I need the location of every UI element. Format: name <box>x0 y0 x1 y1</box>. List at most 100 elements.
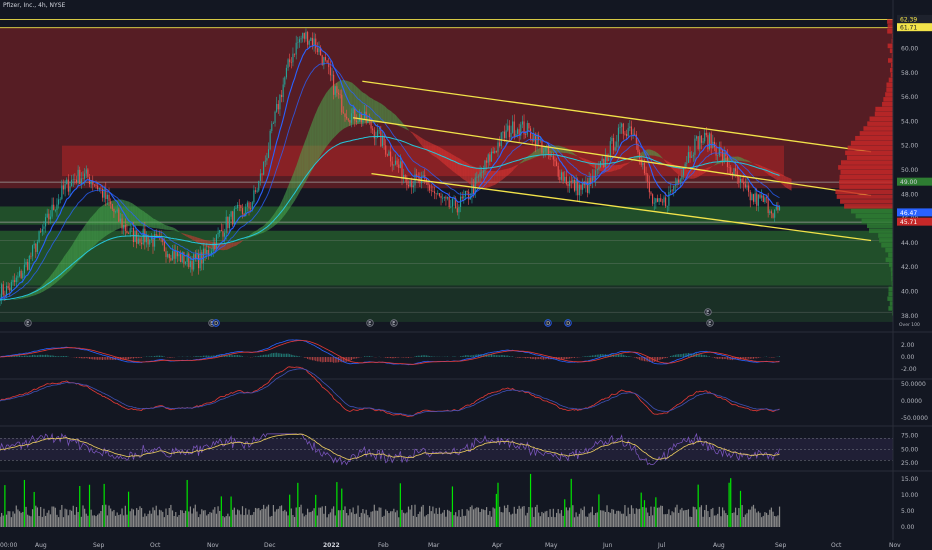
chart-canvas[interactable]: E E D E E D DEE60.0058.0056.0054.0052.0050.004… <box>0 0 932 550</box>
candle-body <box>290 62 292 63</box>
cloud-segment <box>308 128 310 178</box>
macd-bar <box>464 355 466 357</box>
volume-bar <box>237 509 239 527</box>
macd-bar <box>193 356 195 357</box>
volume-bar <box>27 514 29 527</box>
volume-bar <box>743 517 745 527</box>
volume-bar <box>362 508 364 527</box>
candle-body <box>111 204 113 209</box>
profile-bar <box>878 233 893 238</box>
candle-body <box>254 190 257 192</box>
volume-bar <box>212 509 214 527</box>
time-tick-label: Nov <box>207 542 219 549</box>
macd-bar <box>129 357 131 359</box>
candle-body <box>674 184 676 186</box>
candle-body <box>567 184 569 187</box>
cloud-segment <box>93 213 95 247</box>
macd-bar <box>715 357 717 359</box>
candle-body <box>295 42 297 55</box>
cloud-segment <box>496 170 499 184</box>
volume-bar <box>194 504 196 527</box>
profile-bar <box>887 24 893 29</box>
volume-bar <box>233 507 235 527</box>
candle-body <box>5 285 8 296</box>
price-tick-label: 58.00 <box>901 70 918 77</box>
candle-body <box>237 204 239 209</box>
volume-bar <box>726 515 729 527</box>
volume-bar <box>17 509 19 527</box>
volume-bar <box>87 515 89 527</box>
volume-bar <box>186 479 188 527</box>
candle-body <box>235 208 237 209</box>
volume-bar <box>541 511 543 527</box>
volume-bar <box>298 507 301 527</box>
macd-bar <box>709 356 711 357</box>
candle-body <box>443 196 445 199</box>
macd-tick-label: -2.00 <box>901 366 917 373</box>
candle-body <box>139 238 141 243</box>
volume-bar <box>368 517 371 527</box>
candle-body <box>616 141 618 148</box>
volume-bar <box>739 490 742 527</box>
volume-bar <box>516 508 519 527</box>
candle-body <box>67 179 69 192</box>
candle-body <box>27 261 29 270</box>
volume-bar <box>90 509 92 527</box>
volume-bar <box>266 506 268 527</box>
macd-bar <box>468 355 470 357</box>
volume-bar <box>53 506 55 527</box>
volume-bar <box>676 504 678 527</box>
candle-body <box>695 136 698 139</box>
cloud-segment <box>695 170 698 179</box>
candle-body <box>129 228 131 234</box>
macd-bar <box>255 356 257 357</box>
macd-bar <box>429 356 431 357</box>
candle-body <box>487 154 489 163</box>
candle-body <box>214 242 216 250</box>
candle-body <box>429 185 431 191</box>
macd-bar <box>637 357 639 360</box>
volume-bar <box>235 514 237 527</box>
volume-bar <box>383 515 385 527</box>
cloud-segment <box>80 229 82 260</box>
volume-bar <box>466 509 468 527</box>
volume-bar <box>777 515 779 527</box>
macd-bar <box>128 357 130 360</box>
profile-bar <box>887 296 893 301</box>
macd-bar <box>627 356 629 357</box>
macd-bar <box>595 354 597 357</box>
volume-bar <box>267 504 270 527</box>
volume-bar <box>1 512 3 527</box>
volume-bar <box>48 510 50 527</box>
macd-bar <box>58 356 60 357</box>
cloud-segment <box>295 164 297 200</box>
volume-bar <box>220 496 222 527</box>
candle-body <box>691 156 693 158</box>
volume-bar <box>110 508 112 527</box>
macd-bar <box>492 354 494 357</box>
volume-bar <box>621 513 623 527</box>
volume-bar <box>264 508 266 527</box>
cloud-segment <box>166 225 169 230</box>
candle-body <box>764 197 766 203</box>
macd-bar <box>543 357 545 360</box>
volume-bar <box>46 512 48 527</box>
cloud-segment <box>454 155 457 174</box>
volume-bar <box>263 504 265 527</box>
volume-bar <box>355 513 358 527</box>
macd-bar <box>640 357 642 361</box>
volume-bar <box>403 512 405 527</box>
macd-bar <box>59 356 61 357</box>
volume-bar <box>79 486 81 527</box>
macd-bar <box>277 353 279 357</box>
candle-body <box>767 198 769 213</box>
volume-bar <box>484 510 486 527</box>
macd-bar <box>284 353 286 357</box>
volume-bar <box>59 509 61 527</box>
volume-bar <box>638 508 641 527</box>
volume-bar <box>759 512 761 527</box>
volume-bar <box>243 515 245 527</box>
macd-bar <box>536 357 538 360</box>
volume-bar <box>250 515 252 527</box>
volume-bar <box>681 507 683 527</box>
